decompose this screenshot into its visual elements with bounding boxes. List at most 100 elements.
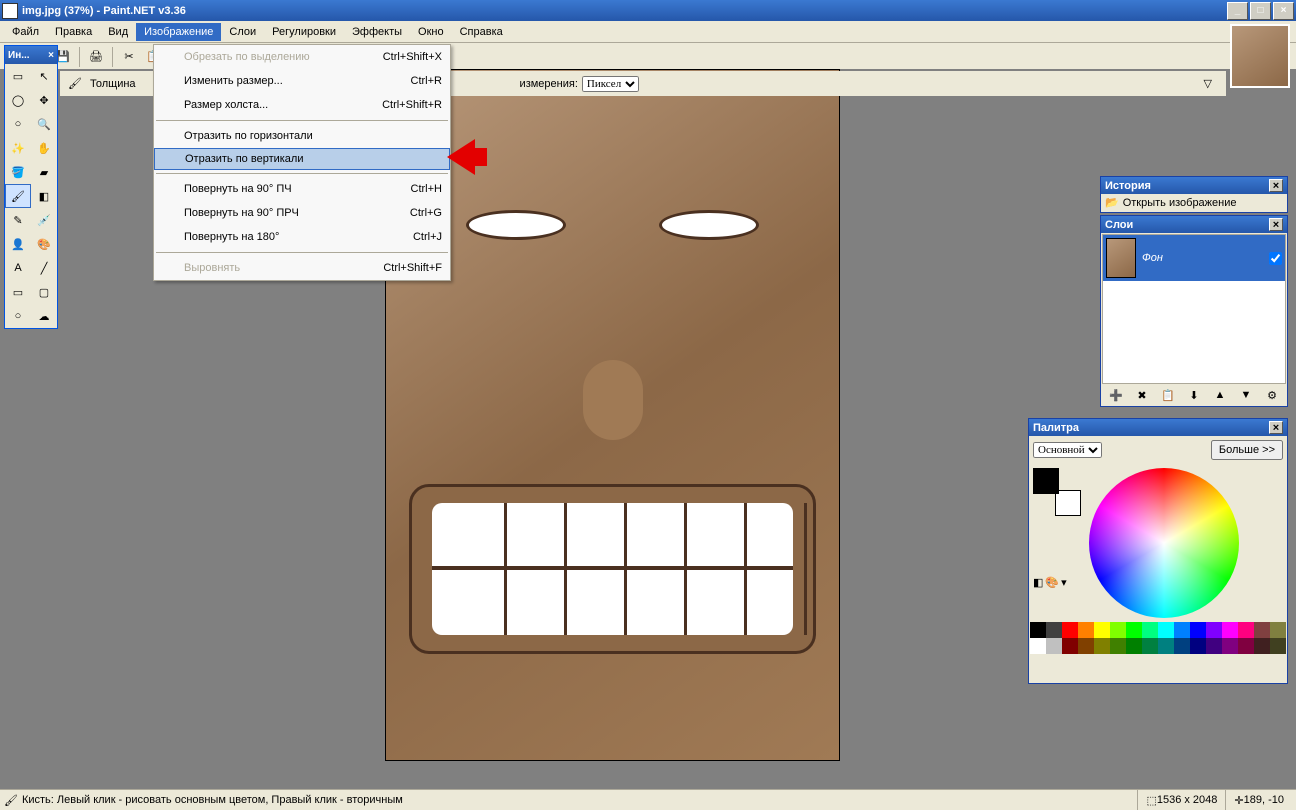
tool-color-picker[interactable]: 💉 — [31, 208, 57, 232]
color-swatch[interactable] — [1206, 638, 1222, 654]
color-swatch[interactable] — [1046, 622, 1062, 638]
color-swatch[interactable] — [1030, 622, 1046, 638]
document-thumbnail[interactable] — [1230, 24, 1290, 88]
maximize-button[interactable]: □ — [1250, 2, 1271, 20]
tool-zoom[interactable]: 🔍 — [31, 112, 57, 136]
color-swatch[interactable] — [1094, 622, 1110, 638]
tool-rectangle[interactable]: ▭ — [5, 280, 31, 304]
tool-rectangle-select[interactable]: ▭ — [5, 64, 31, 88]
menu-help[interactable]: Справка — [452, 23, 511, 41]
color-swatch[interactable] — [1158, 638, 1174, 654]
tool-magic-wand[interactable]: ✨ — [5, 136, 31, 160]
menu-effects[interactable]: Эффекты — [344, 23, 410, 41]
menu-adjustments[interactable]: Регулировки — [264, 23, 344, 41]
swatch-icon[interactable]: ◧ — [1033, 576, 1043, 589]
tool-ellipse[interactable]: ○ — [5, 304, 31, 328]
color-swatch[interactable] — [1110, 622, 1126, 638]
merge-down-button[interactable]: ⬇ — [1183, 384, 1205, 406]
tool-move-pixels[interactable]: ✥ — [31, 88, 57, 112]
tool-pan[interactable]: ✋ — [31, 136, 57, 160]
color-wheel[interactable] — [1089, 468, 1239, 618]
layer-properties-button[interactable]: ⚙ — [1261, 384, 1283, 406]
tool-line[interactable]: ╱ — [31, 256, 57, 280]
primary-color[interactable] — [1033, 468, 1059, 494]
color-swatch[interactable] — [1158, 622, 1174, 638]
menu-item[interactable]: Отразить по вертикали — [154, 148, 450, 170]
color-swatch[interactable] — [1238, 622, 1254, 638]
menu-item[interactable]: Изменить размер...Ctrl+R — [154, 69, 450, 93]
tool-ellipse-select[interactable]: ○ — [5, 112, 31, 136]
color-swatch[interactable] — [1270, 622, 1286, 638]
units-select[interactable]: Пиксел — [582, 76, 639, 92]
color-swatch[interactable] — [1078, 622, 1094, 638]
history-close-icon[interactable]: × — [1269, 179, 1283, 192]
tool-text[interactable]: A — [5, 256, 31, 280]
color-swatch[interactable] — [1270, 638, 1286, 654]
menu-item[interactable]: Повернуть на 180°Ctrl+J — [154, 225, 450, 249]
color-swatch[interactable] — [1174, 622, 1190, 638]
menu-view[interactable]: Вид — [100, 23, 136, 41]
tool-rounded-rect[interactable]: ▢ — [31, 280, 57, 304]
tool-brush[interactable]: 🖌 — [5, 184, 31, 208]
menu-item[interactable]: Повернуть на 90° ПЧCtrl+H — [154, 177, 450, 201]
color-swatch[interactable] — [1110, 638, 1126, 654]
color-swatch[interactable] — [1062, 622, 1078, 638]
menu-layers[interactable]: Слои — [221, 23, 264, 41]
color-swatch[interactable] — [1030, 638, 1046, 654]
tool-freeform[interactable]: ☁ — [31, 304, 57, 328]
tool-clone[interactable]: 👤 — [5, 232, 31, 256]
color-swatch[interactable] — [1254, 638, 1270, 654]
brush-icon[interactable]: 🖌 — [64, 73, 86, 95]
color-swatch[interactable] — [1046, 638, 1062, 654]
duplicate-layer-button[interactable]: 📋 — [1157, 384, 1179, 406]
menu-file[interactable]: Файл — [4, 23, 47, 41]
move-up-button[interactable]: ▲ — [1209, 384, 1231, 406]
color-swatch[interactable] — [1222, 638, 1238, 654]
color-swatch[interactable] — [1174, 638, 1190, 654]
tool-recolor[interactable]: 🎨 — [31, 232, 57, 256]
delete-layer-button[interactable]: ✖ — [1131, 384, 1153, 406]
add-layer-button[interactable]: ➕ — [1105, 384, 1127, 406]
menu-edit[interactable]: Правка — [47, 23, 100, 41]
minimize-button[interactable]: _ — [1227, 2, 1248, 20]
dropdown-icon[interactable]: ▾ — [1061, 576, 1067, 589]
tool-fill[interactable]: 🪣 — [5, 160, 31, 184]
primary-secondary-swatch[interactable] — [1033, 468, 1081, 516]
color-swatch[interactable] — [1062, 638, 1078, 654]
layer-visibility-checkbox[interactable] — [1269, 252, 1282, 265]
color-swatch[interactable] — [1126, 622, 1142, 638]
color-swatch[interactable] — [1206, 622, 1222, 638]
more-button[interactable]: Больше >> — [1211, 440, 1283, 460]
palette-close-icon[interactable]: × — [1269, 421, 1283, 434]
color-swatch[interactable] — [1222, 622, 1238, 638]
tool-eraser[interactable]: ◧ — [31, 184, 57, 208]
tool-move-selection[interactable]: ↖ — [31, 64, 57, 88]
close-button[interactable]: × — [1273, 2, 1294, 20]
color-swatch[interactable] — [1142, 622, 1158, 638]
menu-window[interactable]: Окно — [410, 23, 452, 41]
print-button[interactable]: 🖨 — [85, 46, 107, 68]
color-swatch[interactable] — [1126, 638, 1142, 654]
cut-button[interactable]: ✂ — [118, 46, 140, 68]
menu-item[interactable]: Отразить по горизонтали — [154, 124, 450, 148]
color-swatch[interactable] — [1094, 638, 1110, 654]
move-down-button[interactable]: ▼ — [1235, 384, 1257, 406]
tool-gradient[interactable]: ▰ — [31, 160, 57, 184]
color-swatch[interactable] — [1238, 638, 1254, 654]
layer-item[interactable]: Фон — [1103, 235, 1285, 281]
history-item[interactable]: Открыть изображение — [1123, 197, 1237, 209]
menu-item[interactable]: Повернуть на 90° ПРЧCtrl+G — [154, 201, 450, 225]
menu-image[interactable]: Изображение — [136, 23, 221, 41]
palette-icon[interactable]: 🎨 — [1045, 576, 1059, 589]
toolbox-close-icon[interactable]: × — [48, 50, 54, 61]
menu-item[interactable]: Размер холста...Ctrl+Shift+R — [154, 93, 450, 117]
color-swatch[interactable] — [1078, 638, 1094, 654]
settings-icon[interactable]: ▽ — [1204, 77, 1212, 90]
layers-close-icon[interactable]: × — [1269, 218, 1283, 231]
color-swatch[interactable] — [1142, 638, 1158, 654]
tool-pencil[interactable]: ✎ — [5, 208, 31, 232]
color-swatch[interactable] — [1190, 638, 1206, 654]
tool-lasso[interactable]: ◯ — [5, 88, 31, 112]
color-swatch[interactable] — [1254, 622, 1270, 638]
color-swatch[interactable] — [1190, 622, 1206, 638]
